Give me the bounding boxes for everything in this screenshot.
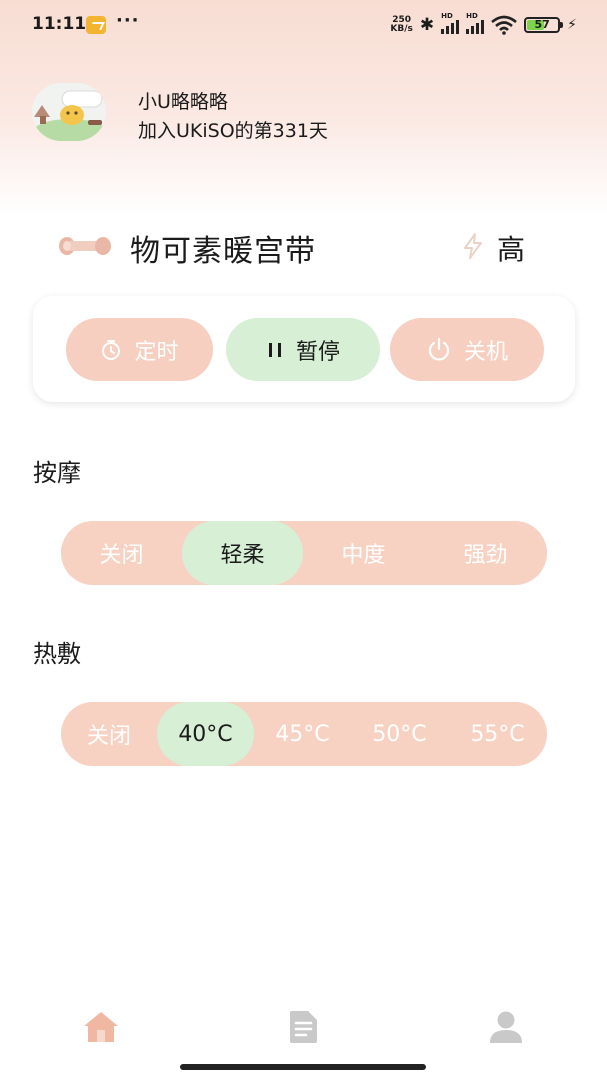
avatar-illustration <box>32 83 106 141</box>
massage-mode-selector: 关闭 轻柔 中度 强劲 <box>61 521 547 585</box>
clock-icon <box>102 339 121 360</box>
network-speed-unit: KB/s <box>390 24 413 34</box>
more-notifications-icon: ··· <box>116 10 140 31</box>
profile-join-days: 加入UKiSO的第331天 <box>138 120 328 142</box>
bluetooth-icon: ✱ <box>419 15 435 35</box>
power-icon <box>428 337 450 361</box>
network-speed: 250 KB/s <box>390 16 412 34</box>
signal-hd-icon-2: HD <box>466 12 485 34</box>
heat-temperature-selector: 关闭 40°C 45°C 50°C 55°C <box>61 702 547 766</box>
pause-label: 暂停 <box>295 339 340 365</box>
profile-name: 小U略略略 <box>138 91 228 113</box>
document-icon[interactable] <box>286 1010 320 1044</box>
signal-hd-icon: HD <box>441 12 460 34</box>
massage-title: 按摩 <box>33 459 81 487</box>
massage-option-medium[interactable]: 中度 <box>303 521 424 585</box>
power-level[interactable]: 高 <box>497 228 525 268</box>
lightning-icon <box>464 233 482 259</box>
control-card: 定时 暂停 关机 <box>33 296 575 402</box>
battery-icon: 57 <box>524 17 564 33</box>
user-icon[interactable] <box>488 1010 524 1044</box>
home-icon[interactable] <box>82 1010 120 1044</box>
power-off-button[interactable]: 关机 <box>390 318 544 381</box>
massage-option-strong[interactable]: 强劲 <box>424 521 547 585</box>
heat-option-off[interactable]: 关闭 <box>61 702 157 766</box>
timer-label: 定时 <box>134 339 179 365</box>
status-bar: 11:11 ··· 250 KB/s ✱ HD HD 57 ⚡ <box>0 0 607 52</box>
heat-option-45[interactable]: 45°C <box>254 702 351 766</box>
massage-option-gentle[interactable]: 轻柔 <box>182 521 303 585</box>
heat-title: 热敷 <box>33 640 81 668</box>
power-off-label: 关机 <box>463 339 508 365</box>
status-right-group: 250 KB/s ✱ HD HD 57 ⚡ <box>390 12 577 35</box>
home-indicator[interactable] <box>180 1064 426 1070</box>
massage-option-off[interactable]: 关闭 <box>61 521 182 585</box>
pause-icon <box>268 342 281 357</box>
heat-option-40[interactable]: 40°C <box>157 702 254 766</box>
heat-option-50[interactable]: 50°C <box>351 702 448 766</box>
charging-icon: ⚡ <box>567 17 577 33</box>
pause-button[interactable]: 暂停 <box>226 318 380 381</box>
avatar[interactable] <box>32 83 106 141</box>
wifi-icon <box>491 15 517 35</box>
device-name: 物可素暖宫带 <box>130 234 316 269</box>
battery-level: 57 <box>534 18 550 31</box>
heat-option-55[interactable]: 55°C <box>448 702 547 766</box>
device-belt-icon <box>59 237 111 255</box>
timer-button[interactable]: 定时 <box>66 318 213 381</box>
status-time: 11:11 <box>32 14 87 34</box>
notification-icon <box>86 16 106 34</box>
